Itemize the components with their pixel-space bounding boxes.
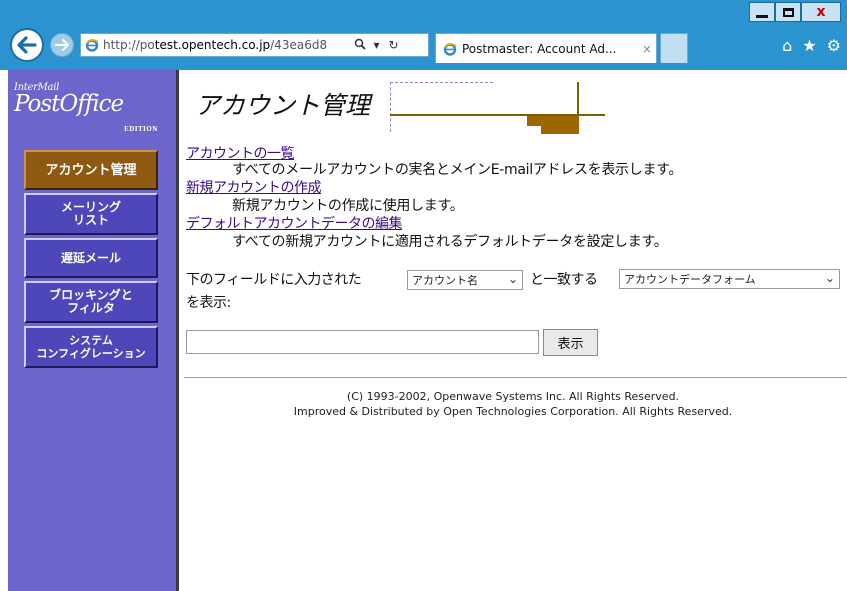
back-button[interactable] — [10, 28, 44, 62]
ie-tab-icon — [443, 42, 457, 56]
main-content: アカウント管理 アカウントの一覧 すべてのメールアカウントの実名とメインE-ma… — [179, 70, 847, 591]
new-tab-button[interactable] — [660, 33, 688, 63]
close-window-button[interactable]: x — [801, 2, 841, 22]
title-decoration — [390, 82, 493, 83]
field-select-value: アカウント名 — [412, 274, 478, 287]
logo-edition-text: EDITION — [124, 126, 159, 133]
url-path: /43ea6d8 — [270, 38, 328, 52]
sidebar-item-account-management[interactable]: アカウント管理 — [24, 150, 158, 190]
dropdown-arrow-icon[interactable]: ▾ — [368, 38, 385, 52]
title-decoration — [541, 126, 579, 134]
sidebar-item-label: 遅延メール — [60, 250, 121, 265]
sidebar: InterMail PostOffice EDITION アカウント管理 メーリ… — [8, 70, 176, 591]
sidebar-item-deferred-mail[interactable]: 遅延メール — [24, 238, 158, 278]
gear-icon[interactable]: ⚙ — [827, 36, 841, 55]
search-label-after: を表示: — [186, 295, 231, 311]
sidebar-item-label: システム — [69, 334, 113, 347]
sidebar-item-label: コンフィグレーション — [36, 347, 146, 360]
intermail-postoffice-logo: InterMail PostOffice EDITION — [14, 82, 158, 133]
forward-button[interactable] — [50, 33, 74, 57]
search-label-before: 下のフィールドに入力された — [186, 272, 362, 288]
favorites-star-icon[interactable]: ★ — [802, 36, 816, 55]
minimize-button[interactable] — [749, 2, 775, 22]
sidebar-item-label: フィルタ — [67, 301, 115, 315]
sidebar-item-mailing-list[interactable]: メーリング リスト — [24, 193, 158, 235]
tab-title: Postmaster: Account Ad... — [462, 41, 617, 56]
form-select-value: アカウントデータフォーム — [624, 273, 756, 286]
url-prefix: http://po — [103, 38, 155, 52]
window-controls: x — [749, 2, 841, 24]
title-decoration — [527, 116, 579, 126]
copyright-line-2: Improved & Distributed by Open Technolog… — [293, 405, 733, 418]
form-select[interactable]: アカウントデータフォーム ⌄ — [619, 269, 840, 289]
close-icon: x — [816, 4, 826, 20]
show-button[interactable]: 表示 — [543, 329, 598, 356]
field-select[interactable]: アカウント名 ⌄ — [407, 270, 523, 290]
home-icon[interactable]: ⌂ — [782, 36, 792, 55]
browser-chrome: x http://potest.opentech.co.jp/43ea6d8 ▾… — [0, 0, 847, 70]
title-decoration — [577, 82, 579, 116]
sidebar-item-system-configuration[interactable]: システム コンフィグレーション — [24, 326, 158, 368]
search-input[interactable] — [186, 330, 539, 354]
search-label-middle: と一致する — [530, 272, 598, 288]
sidebar-item-blocking-filter[interactable]: ブロッキングと フィルタ — [24, 281, 158, 323]
minimize-icon — [756, 14, 768, 18]
ie-page-icon — [85, 39, 99, 52]
copyright-line-1: (C) 1993-2002, Openwave Systems Inc. All… — [346, 390, 680, 403]
page-title: アカウント管理 — [195, 91, 371, 120]
url-domain: test.opentech.co.jp — [154, 38, 271, 52]
tab-postmaster[interactable]: Postmaster: Account Ad... × — [435, 33, 657, 63]
url-text[interactable]: http://potest.opentech.co.jp/43ea6d8 — [103, 38, 351, 52]
sidebar-item-label: リスト — [72, 213, 109, 227]
sidebar-item-label: アカウント管理 — [45, 162, 137, 178]
tab-close-icon[interactable]: × — [638, 42, 656, 56]
create-account-link[interactable]: 新規アカウントの作成 — [186, 177, 322, 197]
toolbar-icons: ⌂ ★ ⚙ — [782, 36, 841, 55]
create-account-description: 新規アカウントの作成に使用します。 — [232, 198, 464, 214]
refresh-icon[interactable]: ↻ — [385, 38, 402, 52]
maximize-button[interactable] — [775, 2, 801, 22]
edit-default-account-data-description: すべての新規アカウントに適用されるデフォルトデータを設定します。 — [232, 234, 668, 250]
chevron-down-icon: ⌄ — [507, 272, 518, 286]
maximize-icon — [782, 7, 794, 17]
search-icon[interactable] — [351, 38, 368, 53]
address-bar[interactable]: http://potest.opentech.co.jp/43ea6d8 ▾ ↻ — [80, 33, 429, 57]
title-decoration — [390, 82, 391, 132]
divider — [184, 377, 847, 378]
edit-default-account-data-link[interactable]: デフォルトアカウントデータの編集 — [186, 213, 403, 233]
logo-main-text: PostOffice — [14, 91, 124, 117]
back-arrow-icon — [17, 36, 37, 54]
forward-arrow-icon — [55, 39, 69, 51]
account-list-description: すべてのメールアカウントの実名とメインE-mailアドレスを表示します。 — [232, 162, 683, 178]
chevron-down-icon: ⌄ — [824, 271, 835, 285]
